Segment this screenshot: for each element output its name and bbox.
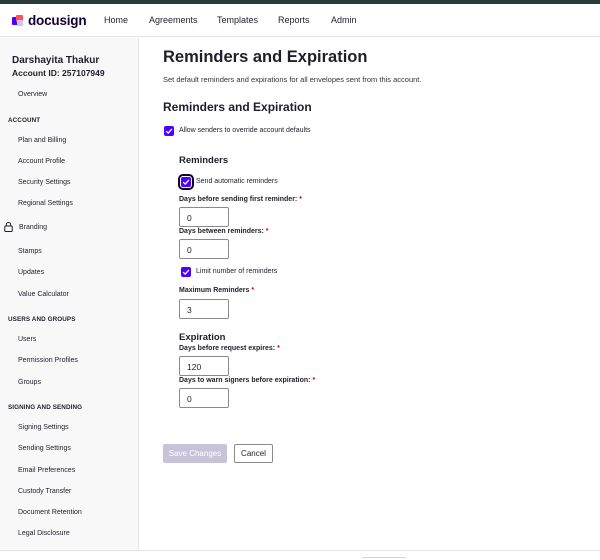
sidebar-item-groups[interactable]: Groups (18, 379, 41, 386)
maximum-reminders-label: Maximum Reminders * (179, 287, 255, 294)
sidebar-item-updates[interactable]: Updates (18, 269, 44, 276)
days-between-reminders-input[interactable]: 0 (179, 239, 229, 259)
lock-icon (4, 222, 13, 232)
days-before-expires-input[interactable]: 120 (179, 356, 229, 376)
account-id: Account ID: 257107949 (12, 68, 105, 78)
days-to-warn-input[interactable]: 0 (179, 388, 229, 408)
nav-templates[interactable]: Templates (217, 15, 258, 25)
maximum-reminders-input[interactable]: 3 (179, 299, 229, 319)
docusign-logo-icon (12, 14, 24, 27)
sidebar-item-value-calculator[interactable]: Value Calculator (18, 291, 69, 298)
sidebar-item-overview[interactable]: Overview (18, 91, 47, 98)
account-name: Darshayita Thakur (12, 55, 100, 66)
sidebar-item-users[interactable]: Users (18, 336, 36, 343)
send-automatic-reminders-label[interactable]: Send automatic reminders (196, 178, 278, 185)
required-marker: * (251, 287, 255, 294)
nav-reports[interactable]: Reports (278, 15, 310, 25)
sidebar-item-branding[interactable]: Branding (19, 224, 47, 231)
expiration-heading: Expiration (179, 332, 226, 343)
checkmark-icon (165, 128, 173, 135)
sidebar-heading-users-and-groups: USERS AND GROUPS (8, 316, 76, 323)
allow-override-checkbox[interactable] (164, 126, 174, 136)
sidebar-item-permission-profiles[interactable]: Permission Profiles (18, 357, 78, 364)
sidebar-item-signing-settings[interactable]: Signing Settings (18, 424, 69, 431)
checkmark-icon (182, 269, 190, 276)
sidebar-item-plan-and-billing[interactable]: Plan and Billing (18, 137, 66, 144)
sidebar-item-sending-settings[interactable]: Sending Settings (18, 445, 71, 452)
allow-override-label[interactable]: Allow senders to override account defaul… (179, 127, 311, 134)
required-marker: * (299, 196, 302, 203)
sidebar-heading-signing-and-sending: SIGNING AND SENDING (8, 404, 83, 411)
page-title: Reminders and Expiration (163, 48, 368, 66)
sidebar-heading-account: ACCOUNT (8, 117, 41, 124)
nav-admin[interactable]: Admin (331, 15, 357, 25)
required-marker: * (265, 228, 269, 235)
sidebar-item-document-retention[interactable]: Document Retention (18, 509, 82, 516)
sidebar-item-email-preferences[interactable]: Email Preferences (18, 467, 75, 474)
nav-agreements[interactable]: Agreements (149, 15, 198, 25)
sidebar-item-account-profile[interactable]: Account Profile (18, 158, 65, 165)
bottom-divider (0, 550, 600, 551)
limit-reminders-label[interactable]: Limit number of reminders (196, 268, 277, 275)
required-marker: * (277, 345, 280, 352)
required-marker: * (312, 377, 316, 384)
sidebar-item-custody-transfer[interactable]: Custody Transfer (18, 488, 71, 495)
days-first-reminder-label: Days before sending first reminder: * (179, 196, 302, 203)
docusign-logo[interactable]: docusign (12, 13, 87, 28)
sidebar-item-security-settings[interactable]: Security Settings (18, 179, 71, 186)
brand-name: docusign (28, 13, 87, 28)
days-to-warn-label: Days to warn signers before expiration: … (179, 377, 316, 384)
send-automatic-reminders-checkbox[interactable] (178, 174, 194, 190)
days-first-reminder-input[interactable]: 0 (179, 207, 229, 227)
cancel-button[interactable]: Cancel (234, 444, 273, 463)
sidebar-item-legal-disclosure[interactable]: Legal Disclosure (18, 530, 70, 537)
page-description: Set default reminders and expirations fo… (163, 75, 422, 84)
checkmark-icon (182, 179, 190, 186)
admin-sidebar: Darshayita Thakur Account ID: 257107949 … (0, 38, 139, 550)
days-between-reminders-label: Days between reminders: * (179, 228, 269, 235)
sidebar-item-regional-settings[interactable]: Regional Settings (18, 200, 73, 207)
sidebar-item-stamps[interactable]: Stamps (18, 248, 42, 255)
save-changes-button[interactable]: Save Changes (163, 444, 227, 463)
limit-reminders-checkbox[interactable] (181, 267, 191, 277)
nav-home[interactable]: Home (104, 15, 128, 25)
section-title: Reminders and Expiration (163, 100, 312, 114)
reminders-heading: Reminders (179, 155, 229, 166)
days-before-expires-label: Days before request expires: * (179, 345, 280, 352)
top-navigation: docusign Home Agreements Templates Repor… (0, 4, 600, 37)
